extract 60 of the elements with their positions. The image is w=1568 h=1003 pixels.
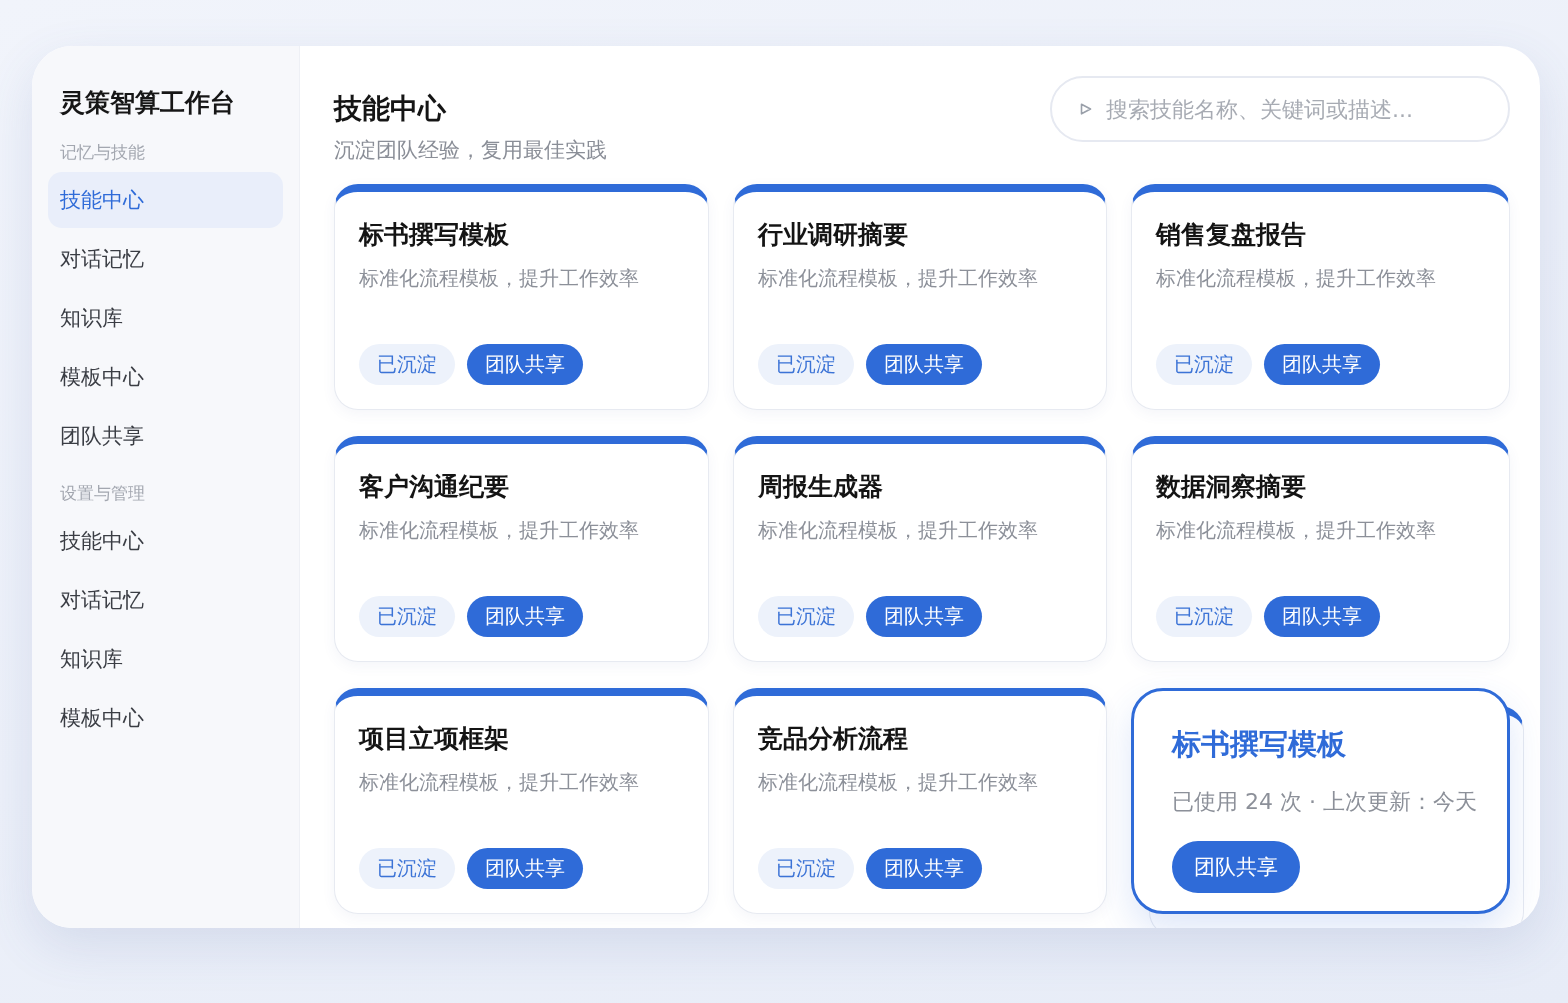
share-tag: 团队共享	[467, 848, 583, 889]
sidebar-item[interactable]: 团队共享	[48, 408, 283, 464]
card-title: 周报生成器	[757, 471, 884, 503]
page-title: 技能中心	[334, 91, 447, 127]
card-description: 标准化流程模板，提升工作效率	[359, 265, 640, 292]
card-description: 已使用 24 次 · 上次更新：今天	[1172, 788, 1477, 816]
skill-card[interactable]: 销售复盘报告 标准化流程模板，提升工作效率 已沉淀 团队共享	[1131, 184, 1510, 410]
status-tag: 已沉淀	[359, 596, 455, 637]
sidebar-item[interactable]: 技能中心	[48, 172, 283, 228]
card-description: 标准化流程模板，提升工作效率	[359, 517, 640, 544]
search-field[interactable]: 搜索技能名称、关键词或描述...	[1050, 76, 1510, 142]
share-tag: 团队共享	[467, 596, 583, 637]
skill-card[interactable]: 项目立项框架 标准化流程模板，提升工作效率 已沉淀 团队共享	[334, 688, 709, 914]
page-subtitle: 沉淀团队经验，复用最佳实践	[334, 137, 607, 164]
card-title: 标书撰写模板	[1172, 726, 1348, 763]
share-tag: 团队共享	[865, 596, 982, 637]
status-tag: 已沉淀	[1156, 344, 1253, 385]
card-title: 项目立项框架	[359, 723, 510, 755]
card-description: 标准化流程模板，提升工作效率	[359, 769, 640, 796]
section-heading: 设置与管理	[59, 482, 146, 505]
status-tag: 已沉淀	[757, 344, 854, 385]
skill-card[interactable]: 竞品分析流程 标准化流程模板，提升工作效率 已沉淀 团队共享	[732, 688, 1108, 914]
share-tag: 团队共享	[467, 344, 583, 385]
share-tag: 团队共享	[865, 344, 982, 385]
highlighted-skill-card[interactable]: 标书撰写模板 已使用 24 次 · 上次更新：今天 团队共享	[1131, 688, 1510, 914]
card-description: 标准化流程模板，提升工作效率	[1156, 517, 1438, 544]
card-title: 客户沟通纪要	[359, 471, 510, 503]
share-tag: 团队共享	[1172, 841, 1301, 893]
sidebar-item[interactable]: 知识库	[48, 290, 283, 346]
triangle-icon	[1080, 103, 1092, 115]
sidebar-item[interactable]: 模板中心	[48, 349, 283, 405]
sidebar-item[interactable]: 对话记忆	[48, 231, 283, 287]
skill-card[interactable]: 标书撰写模板 标准化流程模板，提升工作效率 已沉淀 团队共享	[334, 184, 709, 410]
skill-card[interactable]: 客户沟通纪要 标准化流程模板，提升工作效率 已沉淀 团队共享	[334, 436, 709, 662]
sidebar-item[interactable]: 模板中心	[48, 690, 283, 746]
status-tag: 已沉淀	[1156, 596, 1253, 637]
card-description: 标准化流程模板，提升工作效率	[757, 265, 1039, 292]
card-description: 标准化流程模板，提升工作效率	[757, 517, 1039, 544]
status-tag: 已沉淀	[359, 344, 455, 385]
sidebar-item[interactable]: 技能中心	[48, 513, 283, 569]
card-description: 标准化流程模板，提升工作效率	[1156, 265, 1438, 292]
share-tag: 团队共享	[865, 848, 982, 889]
skill-card[interactable]: 周报生成器 标准化流程模板，提升工作效率 已沉淀 团队共享	[732, 436, 1108, 662]
status-tag: 已沉淀	[359, 848, 455, 889]
section-heading: 记忆与技能	[59, 141, 146, 164]
share-tag: 团队共享	[1264, 596, 1381, 637]
skill-card[interactable]: 行业调研摘要 标准化流程模板，提升工作效率 已沉淀 团队共享	[732, 184, 1108, 410]
skill-card[interactable]: 数据洞察摘要 标准化流程模板，提升工作效率 已沉淀 团队共享	[1131, 436, 1510, 662]
card-title: 标书撰写模板	[359, 219, 510, 251]
status-tag: 已沉淀	[757, 848, 854, 889]
app-title: 灵策智算工作台	[58, 87, 236, 119]
card-title: 行业调研摘要	[757, 219, 909, 251]
share-tag: 团队共享	[1264, 344, 1381, 385]
card-title: 数据洞察摘要	[1156, 471, 1308, 503]
card-description: 标准化流程模板，提升工作效率	[757, 769, 1039, 796]
sidebar-item[interactable]: 对话记忆	[48, 572, 283, 628]
status-tag: 已沉淀	[757, 596, 854, 637]
card-title: 竞品分析流程	[757, 723, 909, 755]
sidebar-item[interactable]: 知识库	[48, 631, 283, 687]
card-title: 销售复盘报告	[1156, 219, 1308, 251]
